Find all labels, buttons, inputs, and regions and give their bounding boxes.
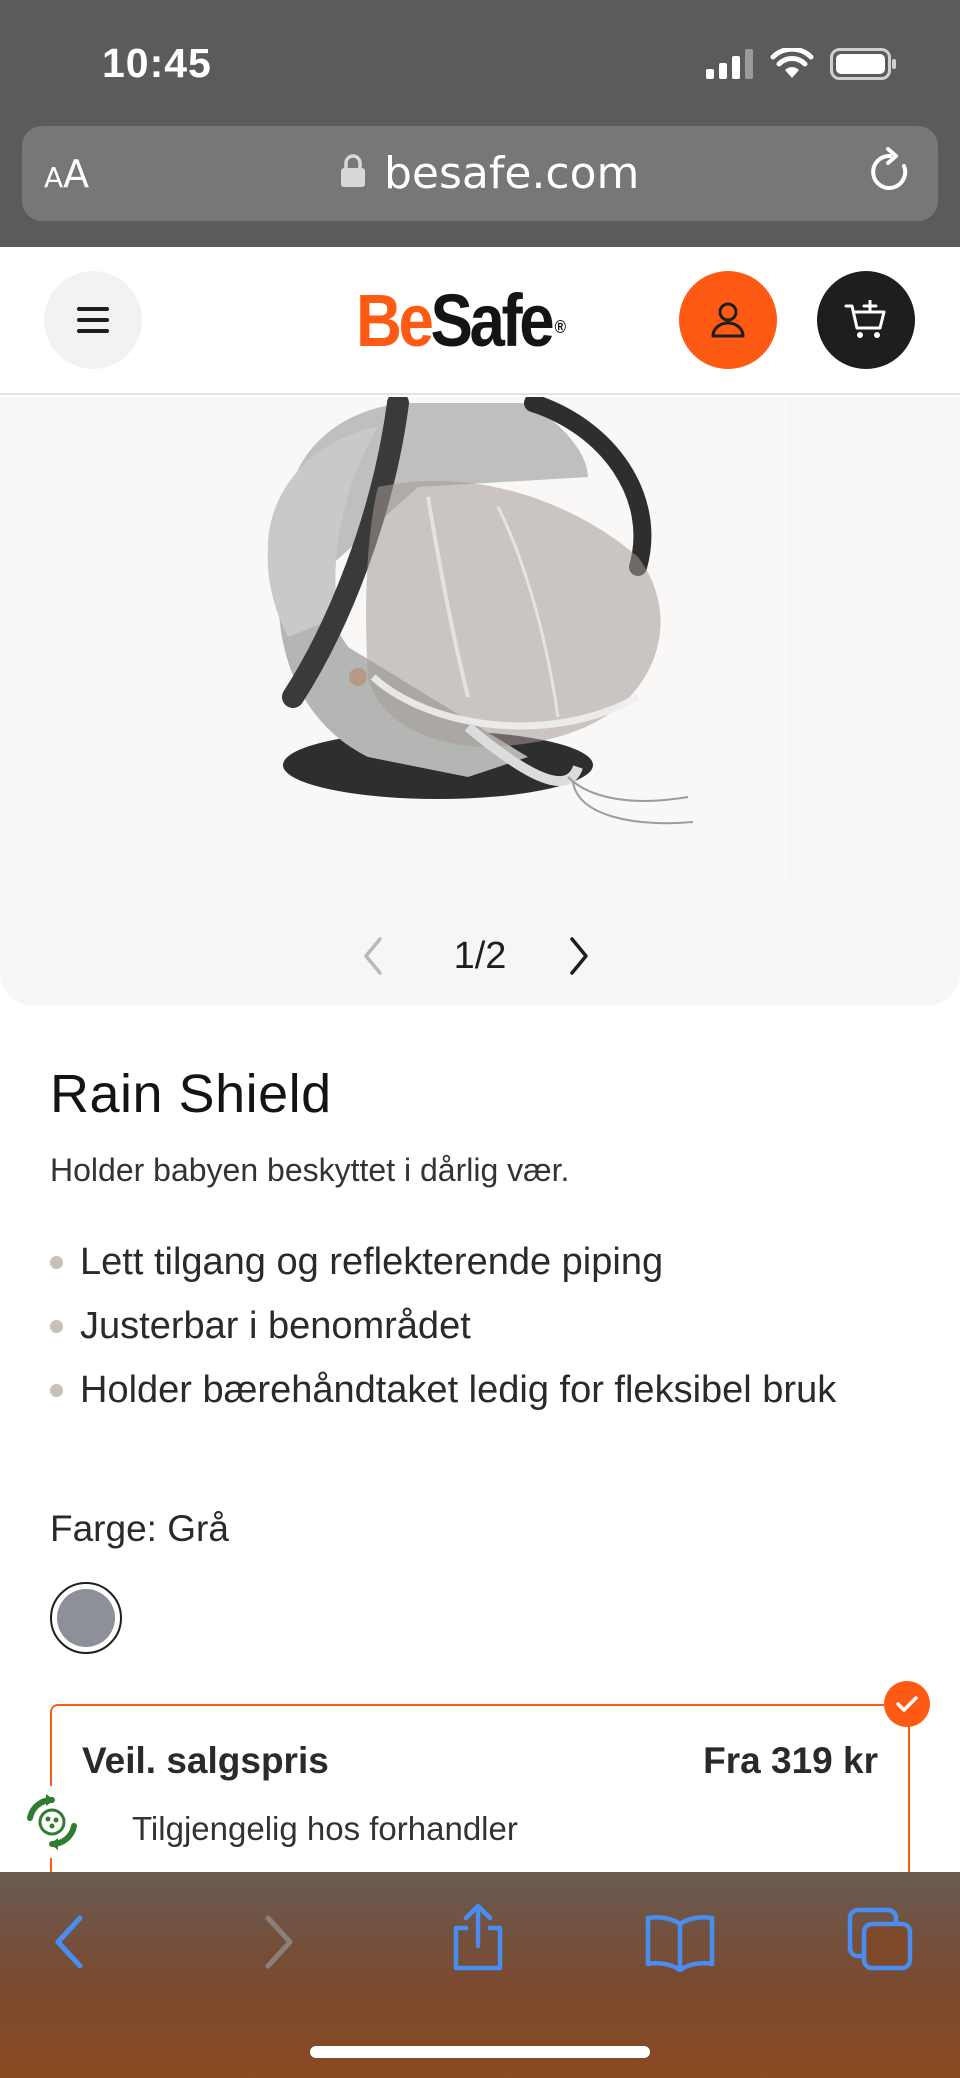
recycle-icon[interactable] [16, 1786, 88, 1858]
check-icon [884, 1681, 930, 1727]
product-title: Rain Shield [50, 1064, 332, 1124]
product-image[interactable] [168, 392, 788, 881]
tabs-icon[interactable] [846, 1906, 914, 1972]
wifi-icon [770, 48, 814, 78]
browser-chrome: 10:45 AA besafe.com [0, 0, 960, 247]
gallery-counter: 1/2 [453, 935, 507, 977]
logo-safe: Safe [430, 279, 554, 362]
address-bar[interactable]: AA besafe.com [22, 126, 938, 221]
swatch-fill [57, 1589, 115, 1647]
bullet-icon [50, 1320, 63, 1333]
url-text: besafe.com [384, 148, 640, 199]
user-icon [711, 302, 745, 338]
bullet-icon [50, 1256, 63, 1269]
cart-icon [844, 300, 886, 338]
logo-be: Be [356, 279, 434, 362]
chevron-left-icon[interactable] [358, 933, 388, 979]
lock-icon [341, 154, 365, 187]
text-size-small: A [44, 161, 64, 194]
back-arrow-icon[interactable] [50, 1912, 90, 1972]
price-value: Fra 319 kr [703, 1740, 878, 1781]
color-swatch-grey[interactable] [50, 1582, 122, 1654]
cart-button[interactable] [817, 271, 915, 369]
price-label: Veil. salgspris [82, 1740, 329, 1781]
product-gallery: 1/2 [0, 392, 960, 1005]
bookmarks-icon[interactable] [644, 1912, 716, 1972]
menu-button[interactable] [44, 271, 142, 369]
site-header: BeSafe ® [0, 247, 960, 395]
reload-icon[interactable] [862, 144, 918, 200]
logo-registered-mark: ® [554, 317, 567, 337]
account-button[interactable] [679, 271, 777, 369]
forward-arrow-icon[interactable] [258, 1912, 298, 1972]
gallery-navigation: 1/2 [0, 927, 960, 987]
browser-toolbar [0, 1872, 960, 2078]
status-time: 10:45 [102, 40, 212, 86]
product-subtitle: Holder babyen beskyttet i dårlig vær. [50, 1152, 570, 1188]
status-icons [706, 46, 898, 82]
chevron-right-icon[interactable] [564, 933, 594, 979]
feature-text: Holder bærehåndtaket ledig for fleksibel… [80, 1369, 837, 1411]
feature-text: Justerbar i benområdet [80, 1305, 471, 1347]
reader-text-size-button[interactable]: AA [44, 152, 89, 196]
feature-text: Lett tilgang og reflekterende piping [80, 1241, 664, 1283]
battery-icon [830, 48, 896, 80]
home-indicator [310, 2046, 650, 2058]
feature-item: Justerbar i benområdet [50, 1302, 870, 1350]
share-icon[interactable] [448, 1902, 508, 1972]
text-size-large: A [63, 152, 90, 196]
feature-item: Holder bærehåndtaket ledig for fleksibel… [50, 1366, 870, 1414]
feature-list: Lett tilgang og reflekterende piping Jus… [50, 1238, 870, 1430]
feature-item: Lett tilgang og reflekterende piping [50, 1238, 870, 1286]
rain-shield-image [267, 392, 694, 825]
signal-icon [706, 49, 753, 79]
bullet-icon [50, 1384, 63, 1397]
color-label: Farge: Grå [50, 1508, 229, 1549]
availability-text: Tilgjengelig hos forhandler [132, 1810, 518, 1847]
besafe-logo[interactable]: BeSafe ® [356, 283, 567, 359]
hamburger-icon [77, 307, 109, 333]
